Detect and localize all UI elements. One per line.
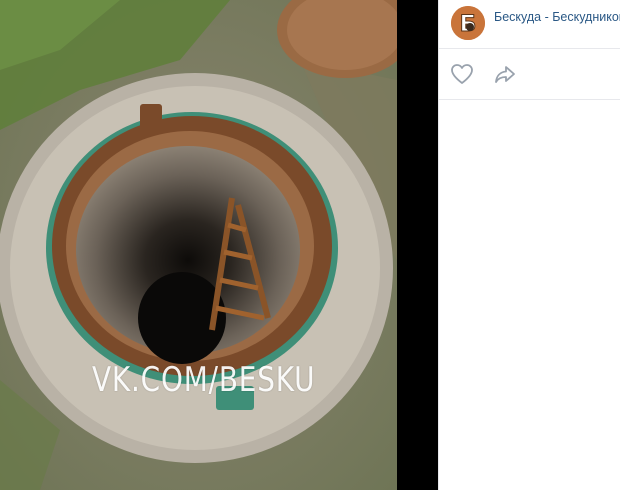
post-photo[interactable]: VK.COM/BESKU (0, 0, 397, 490)
share-button[interactable] (493, 63, 517, 85)
post-header: Б Бескуда - Бескудниково (439, 0, 620, 49)
heart-icon (451, 64, 473, 84)
share-arrow-icon (495, 66, 515, 83)
like-button[interactable] (450, 63, 474, 85)
post-actions (439, 49, 620, 100)
photo-watermark: VK.COM/BESKU (92, 360, 316, 400)
group-avatar-icon[interactable]: Б (451, 6, 485, 40)
manhole-image (0, 0, 397, 490)
post-side-panel: Б Бескуда - Бескудниково (438, 0, 620, 490)
group-name-link[interactable]: Бескуда - Бескудниково (494, 10, 620, 24)
viewer-gap (397, 0, 438, 490)
